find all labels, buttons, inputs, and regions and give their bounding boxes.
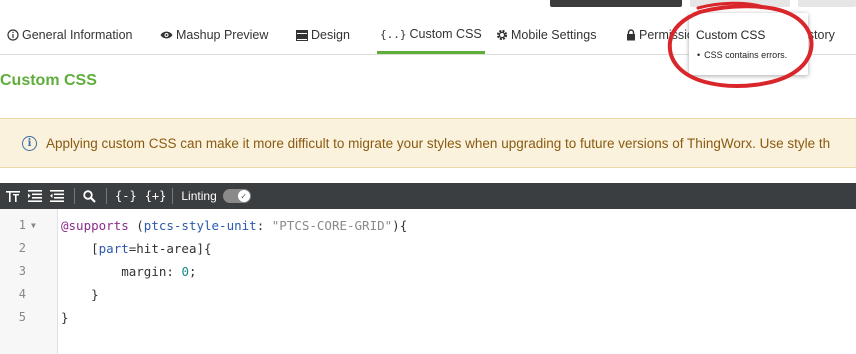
format-icon[interactable] (6, 190, 20, 203)
code-line: } (61, 287, 99, 302)
tab-label: Mobile Settings (511, 28, 597, 42)
code-line: [part=hit-area]{ (61, 241, 212, 256)
error-tooltip: Custom CSS CSS contains errors. (689, 13, 808, 75)
tooltip-title: Custom CSS (696, 28, 766, 42)
line-number: 2 (18, 241, 26, 255)
code-line: @supports (ptcs-style-unit: "PTCS-CORE-G… (61, 218, 407, 233)
tab-history[interactable]: istory (805, 17, 835, 53)
top-bar-segment (690, 0, 790, 7)
line-number: 4 (18, 287, 26, 301)
toolbar-divider (74, 188, 75, 204)
info-banner: i Applying custom CSS can make it more d… (0, 118, 856, 168)
code-token: 0 (181, 264, 189, 279)
code-line: margin: 0; (61, 264, 197, 279)
info-icon: i (22, 135, 37, 151)
tab-label: Mashup Preview (176, 28, 269, 42)
lock-icon (626, 29, 636, 41)
code-token: part (98, 241, 129, 256)
tooltip-error-item: CSS contains errors. (697, 50, 787, 60)
code-token: ; (188, 264, 197, 279)
banner-message: Applying custom CSS can make it more dif… (46, 135, 831, 151)
line-gutter: 1 ▼ 2 3 4 5 (0, 209, 58, 354)
code-token: : (256, 218, 272, 233)
code-token: =hit-area]{ (128, 241, 212, 256)
info-circle-icon (7, 29, 19, 41)
align-left-icon[interactable] (28, 190, 42, 202)
linting-toggle[interactable]: ✓ (222, 189, 251, 203)
tab-general-information[interactable]: General Information (7, 17, 132, 53)
tab-mobile-settings[interactable]: Mobile Settings (496, 17, 596, 53)
gear-icon (496, 29, 508, 41)
braces-icon: {..} (380, 27, 407, 41)
collapse-braces-icon[interactable]: {-} (115, 189, 137, 203)
tab-label: Permissio (639, 28, 694, 42)
code-token: margin (121, 264, 167, 279)
linting-label: Linting (181, 189, 217, 203)
toolbar-divider (106, 188, 107, 204)
code-token: : (166, 264, 182, 279)
tab-label: General Information (22, 28, 133, 42)
code-token: @supports (61, 218, 129, 233)
design-icon (296, 29, 308, 41)
tab-label: istory (805, 28, 835, 42)
check-icon: ✓ (237, 190, 250, 202)
tab-custom-css[interactable]: {..} Custom CSS (377, 17, 485, 54)
expand-braces-icon[interactable]: {+} (145, 189, 167, 203)
line-number: 1 (18, 218, 26, 232)
eye-icon (160, 30, 173, 40)
tab-permissions[interactable]: Permissio (626, 17, 694, 53)
tab-label: Design (311, 28, 350, 42)
editor-toolbar: {-} {+} Linting ✓ (0, 183, 856, 209)
tab-design[interactable]: Design (296, 17, 350, 53)
tab-mashup-preview[interactable]: Mashup Preview (160, 17, 268, 53)
code-line: } (61, 310, 69, 325)
code-token: ptcs-style-unit (143, 218, 257, 233)
code-token: [ (61, 241, 99, 256)
code-token: ( (128, 218, 144, 233)
search-icon[interactable] (83, 189, 96, 203)
code-token: ){ (392, 218, 408, 233)
code-editor[interactable]: 1 ▼ 2 3 4 5 @supports (ptcs-style-unit: … (0, 209, 856, 354)
align-right-icon[interactable] (50, 190, 64, 202)
toolbar-divider (172, 188, 174, 204)
tab-label: Custom CSS (409, 27, 482, 41)
line-number: 3 (18, 264, 26, 278)
code-token: "PTCS-CORE-GRID" (271, 218, 393, 233)
page-title: Custom CSS (0, 72, 97, 89)
top-bar-segment (798, 0, 856, 7)
line-number: 5 (18, 310, 26, 324)
top-bar-segment (550, 0, 682, 7)
fold-arrow-icon[interactable]: ▼ (31, 221, 36, 230)
